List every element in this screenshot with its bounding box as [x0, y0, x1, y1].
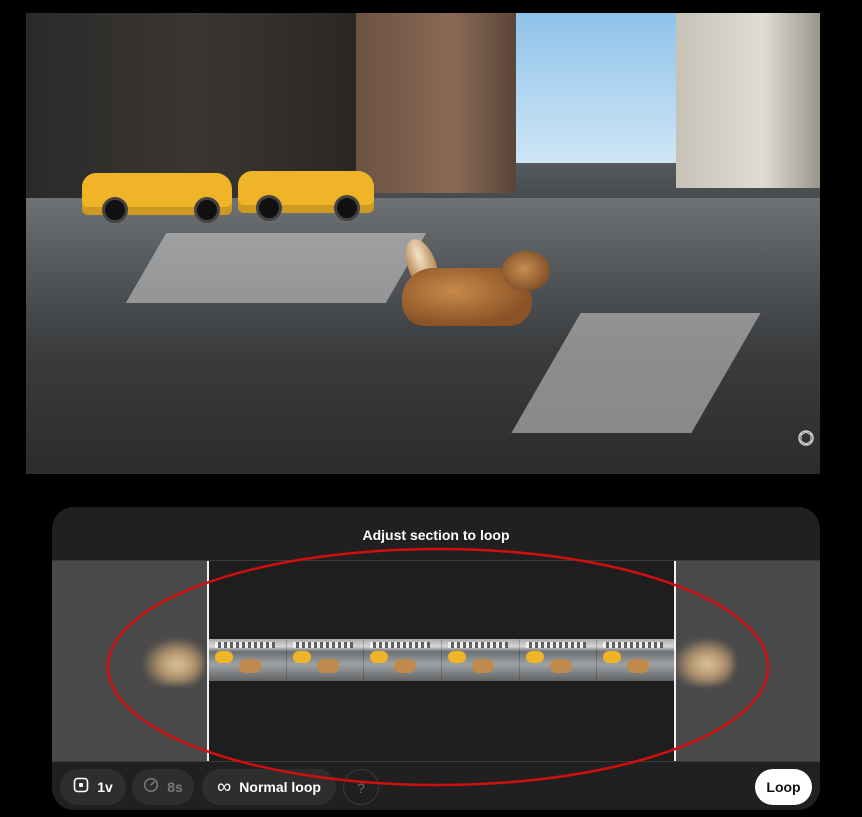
panel-title: Adjust section to loop: [362, 527, 510, 543]
loop-end-handle[interactable]: [674, 561, 676, 761]
building-right: [676, 13, 820, 188]
frame-strip: [209, 639, 675, 681]
loop-adjust-panel: Adjust section to loop 1v 8s ∞ Normal lo…: [52, 507, 820, 810]
version-button[interactable]: 1v: [60, 769, 126, 805]
wheel: [194, 197, 220, 223]
sky: [506, 13, 676, 163]
duration-button[interactable]: 8s: [132, 769, 194, 805]
blurred-thumbnail-left: [144, 639, 204, 685]
help-icon[interactable]: ?: [343, 769, 379, 805]
frame-thumbnail: [209, 639, 287, 681]
version-icon: [73, 777, 89, 797]
blurred-thumbnail-right: [674, 639, 734, 685]
openai-watermark-icon: [797, 429, 815, 447]
cat-head: [502, 251, 550, 291]
frame-thumbnail: [286, 639, 365, 681]
video-preview[interactable]: [26, 13, 820, 474]
wheel: [334, 195, 360, 221]
duration-label: 8s: [167, 779, 183, 795]
loop-mode-label: Normal loop: [239, 779, 321, 795]
version-label: 1v: [97, 779, 113, 795]
loop-toolbar: 1v 8s ∞ Normal loop ? Loop: [52, 761, 820, 810]
frame-thumbnail: [364, 639, 443, 681]
sun-patch: [125, 233, 427, 303]
clock-icon: [143, 777, 159, 797]
taxi: [238, 171, 374, 221]
frame-thumbnail: [442, 639, 520, 681]
infinity-icon: ∞: [217, 775, 232, 798]
wheel: [102, 197, 128, 223]
wheel: [256, 195, 282, 221]
taxi: [82, 173, 232, 223]
loop-mode-button[interactable]: ∞ Normal loop: [202, 769, 336, 805]
loop-button[interactable]: Loop: [755, 769, 812, 805]
loop-timeline[interactable]: [52, 560, 820, 762]
building-center: [356, 13, 516, 193]
loop-start-handle[interactable]: [207, 561, 209, 761]
frame-thumbnail: [597, 639, 675, 681]
frame-thumbnail: [519, 639, 598, 681]
